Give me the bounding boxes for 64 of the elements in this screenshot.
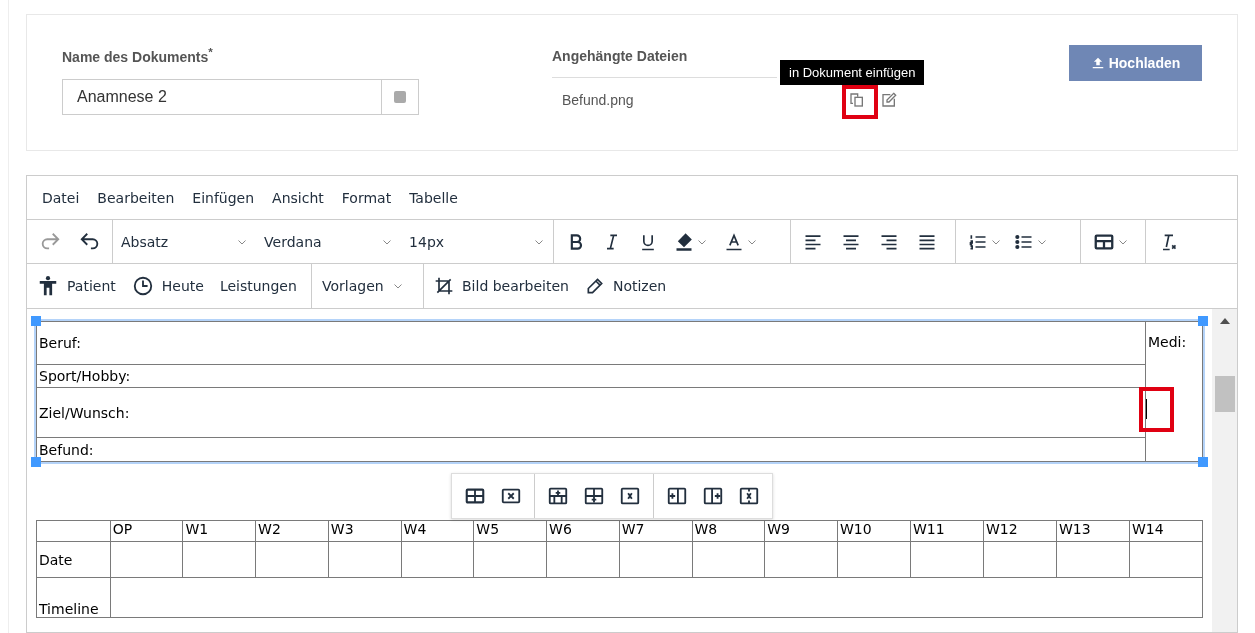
menu-item[interactable]: Format (332, 189, 401, 206)
table-cell: W5 (473, 520, 547, 542)
upload-button[interactable]: Hochladen (1069, 45, 1202, 81)
marker-icon (674, 231, 694, 252)
resize-handle[interactable] (31, 457, 41, 467)
toolbar-button[interactable]: Heute (125, 271, 210, 301)
scrollbar[interactable] (1212, 309, 1237, 632)
table-cell: W3 (328, 520, 402, 542)
table-cell: W11 (910, 520, 984, 542)
file-name: Befund.png (561, 92, 635, 108)
attachments-label: Angehängte Dateien (552, 45, 777, 78)
copy-icon (849, 92, 865, 108)
insert-row-icon (583, 485, 605, 507)
edit-button[interactable] (879, 90, 899, 110)
menu-item[interactable]: Datei (33, 189, 89, 206)
toolbar-button[interactable]: Bild bearbeiten (428, 272, 575, 300)
templates-dropdown[interactable]: Vorlagen (316, 274, 410, 298)
menu-item[interactable]: Einfügen (183, 189, 264, 206)
block-format-select[interactable]: Absatz (113, 233, 257, 250)
insert-column-icon (702, 485, 724, 507)
crop-icon (434, 276, 454, 296)
menu-item[interactable]: Bearbeiten (88, 189, 184, 206)
table-cell: W12 (983, 520, 1057, 542)
table-cell: W10 (837, 520, 911, 542)
table-cell: W2 (255, 520, 329, 542)
table-cell: W8 (692, 520, 765, 542)
table-cell: W14 (1129, 520, 1203, 542)
edit-icon (881, 92, 897, 108)
highlight-frame (842, 85, 878, 119)
clock-icon (131, 275, 154, 297)
table-cell: Beruf: (36, 321, 1146, 365)
menu-item[interactable]: Ansicht (263, 189, 333, 206)
document-name-field[interactable]: Anamnese 2 (62, 79, 381, 115)
insert-column-icon (666, 485, 688, 507)
table-cell: W4 (401, 520, 474, 542)
field-label: Name des Dokuments$^{*}$ (62, 45, 214, 67)
table-cell: W13 (1056, 520, 1130, 542)
resize-handle[interactable] (1198, 457, 1208, 467)
table-cell: W1 (182, 520, 256, 542)
table-cell: Ziel/Wunsch: (36, 387, 1146, 438)
table-cell: OP (110, 520, 183, 542)
highlight-frame (1139, 387, 1174, 432)
table-cell: W6 (546, 520, 620, 542)
delete-row-icon (619, 485, 641, 507)
delete-column-icon (738, 485, 760, 507)
person-icon (37, 275, 59, 297)
toolbar-button[interactable]: Leistungen (213, 274, 303, 298)
tooltip: in Dokument einfügen (780, 60, 925, 85)
table-cell: W9 (764, 520, 838, 542)
text-color-icon (724, 231, 744, 252)
insert-row-icon (547, 485, 569, 507)
table-cell: W7 (619, 520, 692, 542)
upload-icon (1090, 56, 1105, 70)
font-size-select[interactable]: 14px (401, 233, 553, 250)
table-cell: Befund: (36, 437, 1146, 462)
text-cursor (1146, 399, 1147, 419)
menu-item[interactable]: Tabelle (400, 189, 467, 206)
resize-handle[interactable] (31, 316, 41, 326)
resize-handle[interactable] (1198, 316, 1208, 326)
toolbar-button[interactable]: Patient (31, 271, 122, 301)
font-select[interactable]: Verdana (256, 233, 402, 250)
toolbar-button[interactable]: Notizen (578, 272, 673, 300)
table-cell: Timeline (36, 577, 111, 618)
table-cell: Date (36, 541, 111, 578)
